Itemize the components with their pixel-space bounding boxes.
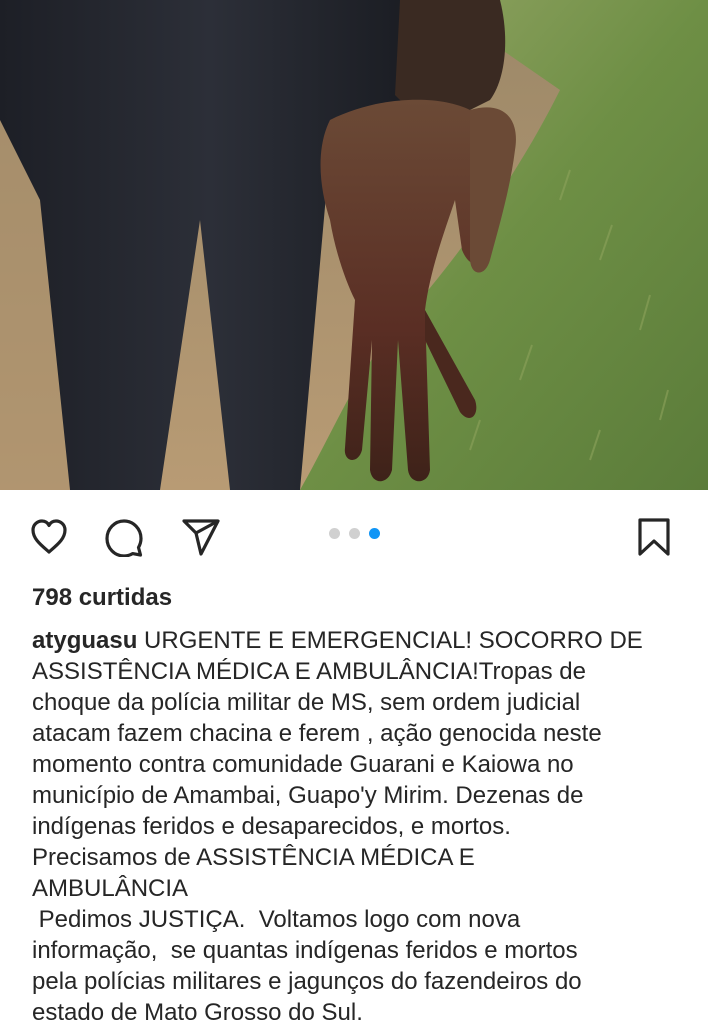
- caption-line: Precisamos de ASSISTÊNCIA MÉDICA E: [32, 844, 475, 871]
- caption-line: atacam fazem chacina e ferem , ação geno…: [32, 720, 602, 747]
- heart-icon[interactable]: [29, 517, 69, 557]
- caption-line: município de Amambai, Guapo'y Mirim. Dez…: [32, 782, 584, 809]
- caption-line: informação, se quantas indígenas feridos…: [32, 937, 578, 964]
- photo-illustration: [0, 0, 708, 490]
- caption-line: atyguasu URGENTE E EMERGENCIAL! SOCORRO …: [32, 625, 692, 656]
- caption-line: indígenas feridos e desaparecidos, e mor…: [32, 813, 511, 840]
- comment-bubble-icon[interactable]: [104, 517, 144, 557]
- caption-line: Pedimos JUSTIÇA. Voltamos logo com nova: [32, 906, 521, 933]
- caption-text: URGENTE E EMERGENCIAL! SOCORRO DE: [137, 627, 643, 654]
- caption-paragraph: atyguasu URGENTE E EMERGENCIAL! SOCORRO …: [32, 625, 692, 904]
- post-action-bar: [0, 490, 708, 585]
- caption-line: ASSISTÊNCIA MÉDICA E AMBULÂNCIA!Tropas d…: [32, 658, 586, 685]
- caption-line: AMBULÂNCIA: [32, 875, 189, 902]
- caption-line: choque da polícia militar de MS, sem ord…: [32, 689, 581, 716]
- post-photo[interactable]: [0, 0, 708, 490]
- caption-line: momento contra comunidade Guarani e Kaio…: [32, 751, 574, 778]
- carousel-indicator: [329, 527, 380, 539]
- bookmark-icon[interactable]: [634, 517, 674, 557]
- carousel-dot: [329, 527, 340, 539]
- like-count[interactable]: 798 curtidas: [32, 584, 172, 612]
- post-caption: atyguasu URGENTE E EMERGENCIAL! SOCORRO …: [32, 625, 692, 1028]
- carousel-dot-active: [369, 527, 380, 539]
- caption-line: pela polícias militares e jagunços do fa…: [32, 968, 582, 995]
- username-link[interactable]: atyguasu: [32, 627, 137, 654]
- caption-line: estado de Mato Grosso do Sul.: [32, 999, 363, 1026]
- carousel-dot: [349, 527, 360, 539]
- paper-plane-icon[interactable]: [181, 517, 221, 557]
- caption-paragraph: Pedimos JUSTIÇA. Voltamos logo com nova …: [32, 904, 692, 1028]
